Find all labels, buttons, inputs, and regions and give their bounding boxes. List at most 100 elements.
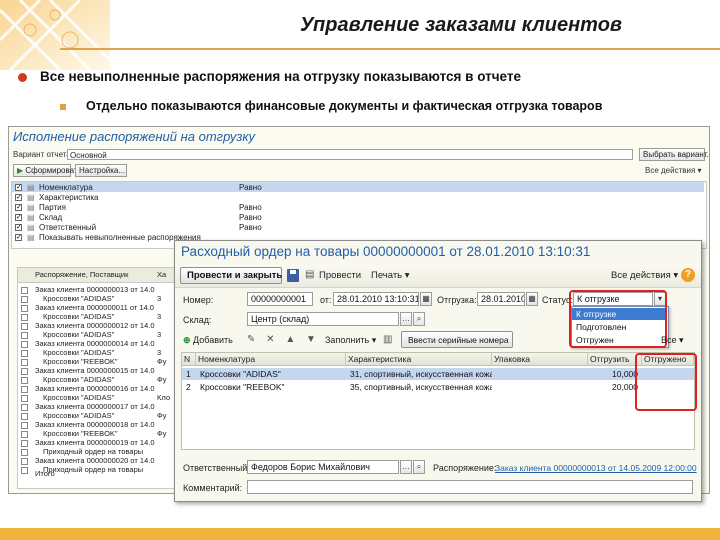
tree-leaf-icon — [21, 332, 28, 339]
table-cell-item[interactable]: Кроссовки "ADIDAS" — [198, 368, 346, 380]
settings-button[interactable]: Настройка... — [75, 164, 127, 177]
tree-leaf-icon — [21, 359, 28, 366]
table-cell-char[interactable]: 31, спортивный, искусственная кожа — [348, 368, 492, 380]
variant-input[interactable]: Основной — [67, 149, 633, 160]
goods-table: 1 Кроссовки "ADIDAS" 31, спортивный, искус… — [181, 366, 695, 450]
add-icon: ⊕ — [183, 335, 194, 345]
bullet-point-2: Отдельно показываются финансовые докумен… — [86, 99, 603, 113]
status-highlight-frame — [569, 290, 667, 348]
tree-expand-icon[interactable] — [21, 404, 28, 411]
field-name: Характеристика — [39, 193, 99, 202]
save-icon[interactable] — [287, 269, 299, 282]
select-icon[interactable]: … — [400, 460, 412, 474]
field-checkbox[interactable]: ✓ — [15, 214, 22, 221]
help-icon[interactable]: ? — [681, 268, 695, 282]
select-icon[interactable]: … — [400, 312, 412, 326]
add-row-button[interactable]: ⊕ Добавить — [183, 335, 233, 346]
responsible-input[interactable]: Федоров Борис Михайлович — [247, 460, 399, 474]
tree-expand-icon[interactable] — [21, 440, 28, 447]
col-n[interactable]: N — [182, 353, 196, 366]
date-from-label: от: — [320, 295, 332, 305]
tree-leaf-icon — [21, 395, 28, 402]
barcode-icon[interactable]: ▥ — [383, 334, 392, 345]
slide-title: Управление заказами клиентов — [300, 14, 623, 36]
sub-bullet-square-icon — [60, 104, 66, 110]
document-icon[interactable]: ▤ — [305, 269, 314, 280]
tree-leaf-icon — [21, 350, 28, 357]
field-checkbox[interactable]: ✓ — [15, 184, 22, 191]
comment-input[interactable] — [247, 480, 693, 494]
grid-edit-icons[interactable]: ✎ ✕ ▲ ▼ — [247, 334, 320, 345]
tree-row-text[interactable]: Приходный ордер на товары — [43, 465, 155, 475]
number-input[interactable]: 00000000001 — [247, 292, 313, 306]
tree-expand-icon[interactable] — [21, 323, 28, 330]
select-variant-button[interactable]: Выбрать вариант... — [639, 148, 709, 161]
tree-expand-icon[interactable] — [21, 458, 28, 465]
warehouse-label: Склад: — [183, 315, 212, 325]
tree-expand-icon[interactable] — [21, 287, 28, 294]
field-checkbox[interactable]: ✓ — [15, 234, 22, 241]
field-checkbox[interactable]: ✓ — [15, 194, 22, 201]
fill-button[interactable]: Заполнить ▾ — [325, 335, 376, 346]
field-condition[interactable]: Равно — [239, 203, 262, 213]
table-cell-item[interactable]: Кроссовки "REEBOK" — [198, 381, 346, 393]
field-checkbox[interactable]: ✓ — [15, 224, 22, 231]
post-and-close-button[interactable]: Провести и закрыть — [180, 267, 282, 284]
report-window-title: Исполнение распоряжений на отгрузку — [13, 129, 256, 144]
field-name: Ответственный — [39, 223, 97, 232]
col-pack[interactable]: Упаковка — [492, 353, 588, 366]
field-icon: ▤ — [27, 193, 35, 202]
field-condition[interactable]: Равно — [239, 183, 262, 193]
order-ref-label: Распоряжение: — [433, 463, 497, 473]
bullet-point-1: Все невыполненные распоряжения на отгруз… — [40, 69, 521, 84]
table-cell-ship[interactable]: 10,000 — [590, 368, 638, 380]
open-icon[interactable]: ⌕ — [413, 312, 425, 326]
col-characteristic[interactable]: Характеристика — [346, 353, 492, 366]
table-cell-n[interactable]: 2 — [184, 381, 196, 393]
warehouse-input[interactable]: Центр (склад) — [247, 312, 399, 326]
field-icon: ▤ — [27, 203, 35, 212]
print-button[interactable]: Печать ▾ — [371, 270, 410, 281]
table-cell-char[interactable]: 35, спортивный, искусственная кожа — [348, 381, 492, 393]
title-divider — [60, 48, 720, 50]
open-icon[interactable]: ⌕ — [413, 460, 425, 474]
tree-leaf-icon — [21, 377, 28, 384]
tree-leaf-icon — [21, 314, 28, 321]
col-item[interactable]: Номенклатура — [196, 353, 346, 366]
generate-report-button[interactable]: ▶ Сформировать — [13, 164, 82, 177]
report-more-actions[interactable]: Все действия ▾ — [645, 166, 702, 175]
tree-expand-icon[interactable] — [21, 341, 28, 348]
order-more-actions[interactable]: Все действия ▾ — [611, 270, 678, 281]
col-ship[interactable]: Отгрузить — [588, 353, 642, 366]
order-ref-link[interactable]: Заказ клиента 00000000013 от 14.05.2009 … — [495, 463, 697, 473]
field-icon: ▤ — [27, 223, 35, 232]
tree-expand-icon[interactable] — [21, 386, 28, 393]
tree-expand-icon[interactable] — [21, 368, 28, 375]
comment-label: Комментарий: — [183, 483, 243, 493]
table-cell-pack[interactable] — [494, 381, 588, 393]
tree-expand-icon[interactable] — [21, 305, 28, 312]
table-cell-pack[interactable] — [494, 368, 588, 380]
field-icon: ▤ — [27, 183, 35, 192]
calendar-icon[interactable]: ▦ — [526, 292, 538, 306]
serial-numbers-button[interactable]: Ввести серийные номера — [401, 331, 513, 348]
post-button[interactable]: Провести — [319, 270, 361, 281]
shipment-date-input[interactable]: 28.01.2010 — [477, 292, 525, 306]
tree-expand-icon[interactable] — [21, 422, 28, 429]
tree-header-order: Распоряжение, Поставщик — [35, 270, 129, 279]
responsible-label: Ответственный: — [183, 463, 250, 473]
selected-row-highlight — [12, 182, 704, 192]
grid-more-actions[interactable]: Все ▾ — [661, 335, 684, 346]
date-from-input[interactable]: 28.01.2010 13:10:31 — [333, 292, 419, 306]
field-icon: ▤ — [27, 233, 35, 242]
calendar-icon[interactable]: ▦ — [420, 292, 432, 306]
table-cell-ship[interactable]: 20,000 — [590, 381, 638, 393]
field-condition[interactable]: Равно — [239, 223, 262, 233]
field-checkbox[interactable]: ✓ — [15, 204, 22, 211]
tree-leaf-icon — [21, 413, 28, 420]
order-toolbar: Провести и закрыть ▤ Провести Печать ▾ В… — [175, 265, 701, 288]
table-cell-n[interactable]: 1 — [184, 368, 196, 380]
field-condition[interactable]: Равно — [239, 213, 262, 223]
tree-leaf-icon — [21, 296, 28, 303]
shipped-highlight-frame — [635, 353, 697, 411]
